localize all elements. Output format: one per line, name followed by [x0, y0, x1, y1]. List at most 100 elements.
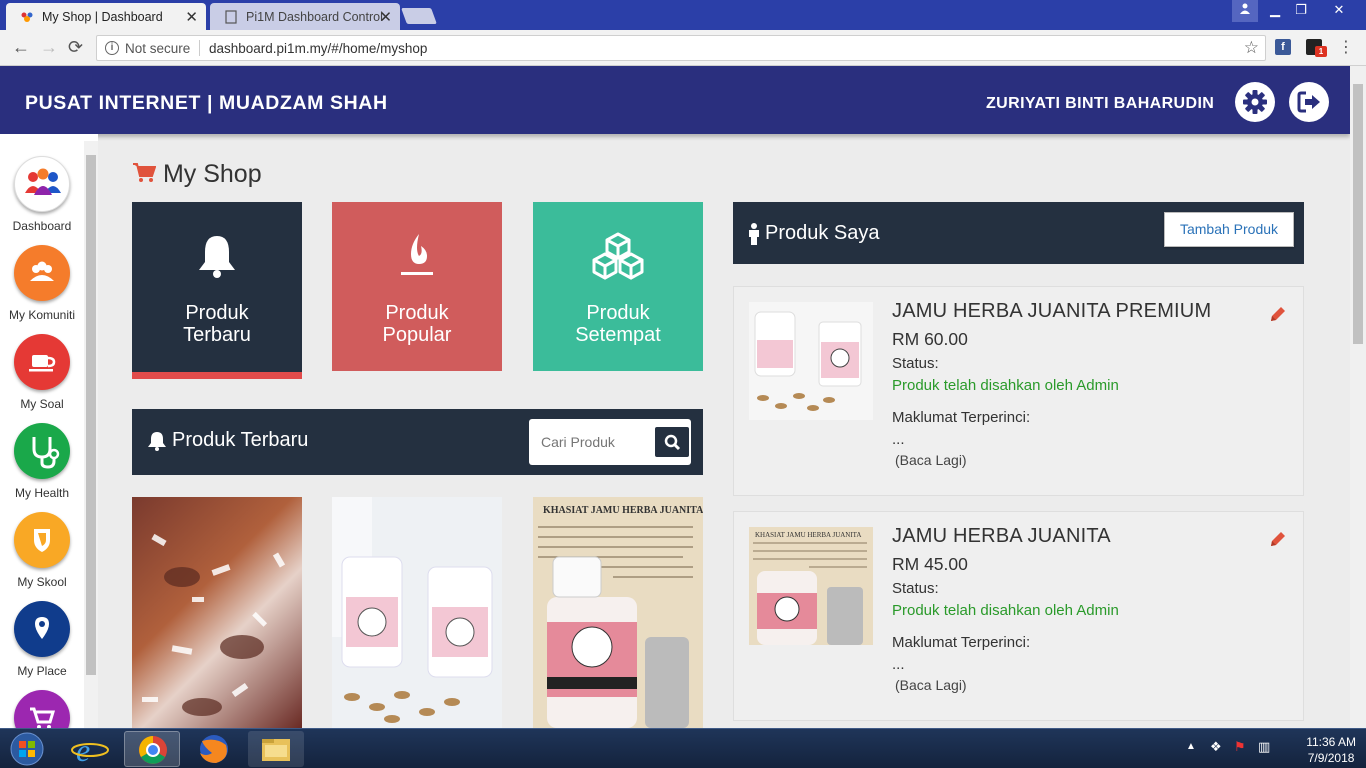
extension-icon[interactable]: 1 [1306, 39, 1327, 57]
sidebar-scrollbar-thumb[interactable] [86, 155, 96, 675]
details-text: ... [892, 656, 905, 673]
dropbox-tray-icon[interactable]: ❖ [1210, 739, 1222, 755]
produk-saya-header: Produk Saya Tambah Produk [733, 202, 1304, 264]
sidebar-item-my-skool[interactable]: My Skool [0, 512, 84, 589]
center-title: PUSAT INTERNET | MUADZAM SHAH [25, 92, 388, 114]
network-icon[interactable]: ▥ [1258, 739, 1270, 755]
product-price: RM 60.00 [892, 329, 968, 349]
details-label: Maklumat Terperinci: [892, 409, 1031, 426]
product-thumbnail[interactable] [749, 302, 873, 420]
edit-pencil-icon[interactable] [1269, 530, 1287, 548]
close-window-button[interactable]: ✕ [1316, 0, 1362, 22]
product-image-khasiat-jamu[interactable]: KHASIAT JAMU HERBA JUANITA [533, 497, 703, 728]
security-label: Not secure [125, 41, 191, 56]
tile-label-line1: Produk [586, 302, 650, 324]
product-thumbnail[interactable]: KHASIAT JAMU HERBA JUANITA [749, 527, 873, 645]
chrome-taskbar-icon[interactable] [124, 731, 180, 767]
facebook-extension-icon[interactable]: f [1275, 39, 1291, 55]
sidebar-item-label: My Health [14, 486, 70, 500]
address-bar[interactable]: i Not secure dashboard.pi1m.my/#/home/my… [96, 35, 1266, 61]
minimize-button[interactable]: ▁ [1262, 0, 1288, 22]
tab-title: Pi1M Dashboard Control [246, 10, 383, 24]
windows-start-icon [10, 732, 44, 766]
read-more-link[interactable]: (Baca Lagi) [895, 452, 967, 468]
stethoscope-icon [14, 423, 70, 479]
tray-expand-icon[interactable]: ▲ [1186, 741, 1196, 752]
edit-pencil-icon[interactable] [1269, 305, 1287, 323]
tile-produk-terbaru[interactable]: Produk Terbaru [132, 202, 302, 379]
status-label: Status: [892, 580, 939, 597]
sidebar-item-my-komuniti[interactable]: My Komuniti [0, 245, 84, 322]
firefox-taskbar-icon[interactable] [186, 731, 242, 767]
product-card: KHASIAT JAMU HERBA JUANITA JAMU HERBA JU… [733, 511, 1304, 721]
tile-label-line1: Produk [185, 302, 249, 324]
tile-label-line2: Setempat [575, 324, 661, 346]
search-input[interactable] [529, 419, 653, 465]
svg-text:KHASIAT JAMU HERBA JUANITA: KHASIAT JAMU HERBA JUANITA [543, 505, 703, 516]
tile-produk-popular[interactable]: Produk Popular [332, 202, 502, 371]
page-scrollbar-thumb[interactable] [1353, 84, 1363, 344]
tab-my-shop[interactable]: My Shop | Dashboard ✕ [6, 3, 206, 30]
page-scrollbar[interactable] [1350, 66, 1366, 728]
tile-label: Produk Terbaru [132, 302, 302, 346]
read-more-link[interactable]: (Baca Lagi) [895, 677, 967, 693]
product-image-jamu-bottles[interactable] [332, 497, 502, 728]
forward-arrow-icon[interactable]: → [40, 37, 58, 58]
sidebar-item-label: My Place [17, 664, 67, 678]
tab-pi1m-dashboard[interactable]: Pi1M Dashboard Control ✕ [210, 3, 400, 30]
start-button[interactable] [2, 731, 52, 767]
logout-button[interactable] [1289, 82, 1329, 122]
page-icon [225, 10, 237, 24]
clock-time: 11:36 AM [1306, 735, 1356, 749]
browser-menu-icon[interactable]: ⋮ [1338, 37, 1354, 57]
user-name[interactable]: ZURIYATI BINTI BAHARUDIN [986, 95, 1214, 113]
product-image-cake[interactable] [132, 497, 302, 728]
file-explorer-icon[interactable] [248, 731, 304, 767]
product-card: JAMU HERBA JUANITA PREMIUM RM 60.00 Stat… [733, 286, 1304, 496]
restore-button[interactable]: ❐ [1288, 0, 1314, 22]
info-icon[interactable]: i [105, 41, 119, 55]
status-text: Produk telah disahkan oleh Admin [892, 602, 1119, 619]
new-tab-button[interactable] [401, 8, 437, 24]
bookmark-star-icon[interactable]: ☆ [1244, 38, 1259, 58]
sidebar-item-label: My Komuniti [8, 308, 76, 322]
people-group-icon [14, 156, 70, 212]
sidebar-item-my-shop[interactable] [0, 690, 84, 728]
browser-toolbar: ← → ⟳ i Not secure dashboard.pi1m.my/#/h… [0, 30, 1366, 66]
sidebar-scrollbar[interactable] [84, 141, 98, 728]
bell-icon [148, 432, 166, 451]
cubes-icon [592, 232, 644, 280]
page-title: My Shop [132, 160, 262, 189]
url-text[interactable]: dashboard.pi1m.my/#/home/myshop [209, 41, 427, 56]
tile-label-line2: Terbaru [183, 324, 251, 346]
reload-icon[interactable]: ⟳ [68, 37, 83, 58]
system-clock[interactable]: 11:36 AM 7/9/2018 [1306, 734, 1356, 766]
search-field [529, 419, 691, 465]
sidebar-item-label: Dashboard [12, 219, 72, 233]
tab-close-icon[interactable]: ✕ [185, 8, 198, 26]
profile-icon[interactable] [1232, 0, 1258, 22]
sidebar-item-dashboard[interactable]: Dashboard [0, 156, 84, 233]
gear-icon [1243, 90, 1267, 114]
sidebar-item-my-soal[interactable]: My Soal [0, 334, 84, 411]
map-pin-icon [14, 601, 70, 657]
cart-icon [133, 163, 157, 182]
extension-badge: 1 [1315, 46, 1327, 57]
fire-icon [401, 234, 433, 275]
back-arrow-icon[interactable]: ← [12, 37, 30, 58]
shield-icon [14, 512, 70, 568]
search-button[interactable] [655, 427, 689, 457]
tambah-produk-button[interactable]: Tambah Produk [1164, 212, 1294, 247]
search-icon [664, 434, 681, 451]
internet-explorer-icon[interactable]: e [62, 731, 118, 768]
tab-close-icon[interactable]: ✕ [379, 8, 392, 26]
settings-button[interactable] [1235, 82, 1275, 122]
sidebar-item-my-health[interactable]: My Health [0, 423, 84, 500]
tile-label-line1: Produk [385, 302, 449, 324]
details-label: Maklumat Terperinci: [892, 634, 1031, 651]
person-icon [749, 223, 759, 245]
action-center-flag-icon[interactable]: ⚑ [1234, 739, 1246, 755]
produk-terbaru-title: Produk Terbaru [172, 429, 309, 451]
tile-produk-setempat[interactable]: Produk Setempat [533, 202, 703, 371]
sidebar-item-my-place[interactable]: My Place [0, 601, 84, 678]
